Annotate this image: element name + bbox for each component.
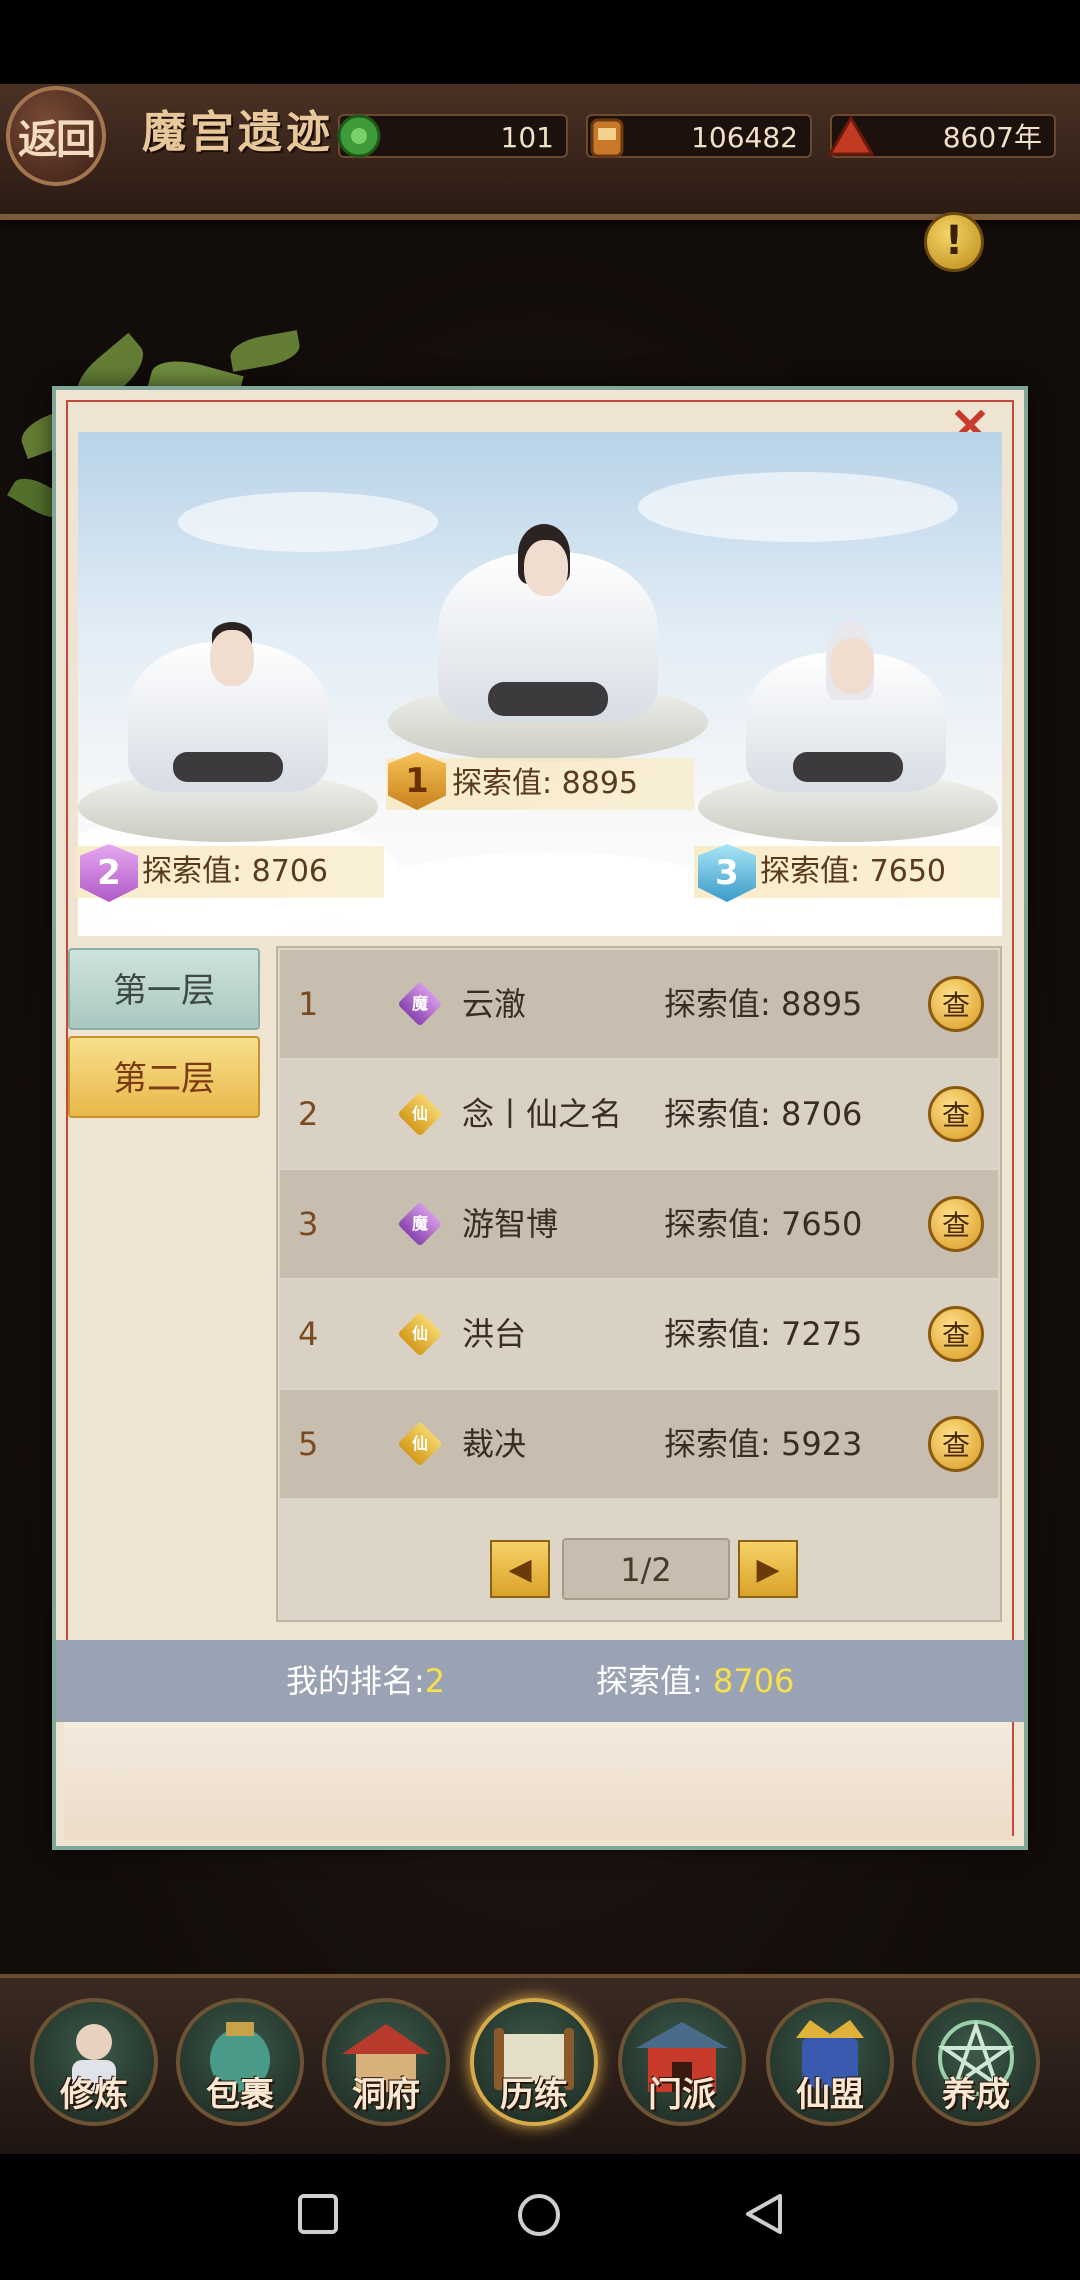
resource-jade-value: 101	[500, 121, 554, 154]
system-nav-bar	[0, 2154, 1080, 2280]
ranking-row: 4 仙 洪台 探索值: 7275 查	[280, 1280, 998, 1388]
next-page-button[interactable]: ▶	[738, 1540, 798, 1598]
row-score: 探索值: 7650	[664, 1205, 863, 1243]
resource-jade: 101	[337, 114, 568, 158]
arrow-right-icon: ▶	[756, 1552, 780, 1587]
my-rank-bar: 我的排名:2 探索值: 8706	[56, 1640, 1024, 1722]
info-button[interactable]: !	[924, 212, 984, 272]
prev-page-button[interactable]: ◀	[490, 1540, 550, 1598]
row-rank: 2	[298, 1095, 319, 1133]
row-rank: 1	[298, 985, 319, 1023]
jade-coin-icon	[337, 114, 381, 158]
row-score: 探索值: 5923	[664, 1425, 863, 1463]
my-score: 探索值: 8706	[596, 1662, 795, 1700]
row-rank: 4	[298, 1315, 319, 1353]
resource-years: 8607年	[827, 114, 1056, 158]
nav-cave[interactable]: 洞府	[322, 1998, 450, 2126]
demon-sect-icon: 魔	[397, 981, 443, 1027]
nav-cultivate[interactable]: 修炼	[30, 1998, 158, 2126]
view-button[interactable]: 查	[928, 976, 984, 1032]
view-button[interactable]: 查	[928, 1306, 984, 1362]
back-button[interactable]: 返回	[6, 86, 106, 186]
page-title: 魔宫遗迹	[142, 107, 334, 158]
row-score: 探索值: 8895	[664, 985, 863, 1023]
row-rank: 5	[298, 1425, 319, 1463]
tab-floor-2[interactable]: 第二层	[68, 1036, 260, 1118]
row-score: 探索值: 8706	[664, 1095, 863, 1133]
my-rank: 我的排名:2	[286, 1662, 446, 1700]
treasure-bag-icon	[590, 118, 624, 158]
recent-apps-icon[interactable]	[296, 2192, 340, 2236]
top-bar: 返回 魔宫遗迹 101 106482 8607年	[0, 84, 1080, 220]
tab-floor-1[interactable]: 第一层	[68, 948, 260, 1030]
immortal-sect-icon: 仙	[397, 1421, 443, 1467]
row-player-name: 游智博	[462, 1205, 559, 1243]
arrow-left-icon: ◀	[508, 1552, 532, 1587]
resource-treasure: 106482	[586, 114, 812, 158]
row-player-name: 云澈	[462, 985, 527, 1023]
nav-bag[interactable]: 包裹	[176, 1998, 304, 2126]
resource-years-value: 8607年	[942, 121, 1042, 154]
view-button[interactable]: 查	[928, 1086, 984, 1142]
immortal-sect-icon: 仙	[397, 1091, 443, 1137]
ranking-row: 3 魔 游智博 探索值: 7650 查	[280, 1170, 998, 1278]
view-button[interactable]: 查	[928, 1196, 984, 1252]
panel-footer-decoration	[64, 1722, 1012, 1840]
row-rank: 3	[298, 1205, 319, 1243]
ranking-row: 2 仙 念丨仙之名 探索值: 8706 查	[280, 1060, 998, 1168]
nav-develop[interactable]: 养成	[912, 1998, 1040, 2126]
view-button[interactable]: 查	[928, 1416, 984, 1472]
status-bar	[0, 0, 1080, 84]
page-indicator: 1/2	[562, 1538, 730, 1600]
nav-sect[interactable]: 门派	[618, 1998, 746, 2126]
ranking-row: 5 仙 裁决 探索值: 5923 查	[280, 1390, 998, 1498]
ranking-list: 1 魔 云澈 探索值: 8895 查 2 仙 念丨仙之名 探索值: 8706 查…	[276, 946, 1002, 1622]
back-nav-icon[interactable]	[742, 2192, 786, 2236]
ranking-row: 1 魔 云澈 探索值: 8895 查	[280, 950, 998, 1058]
nav-trial[interactable]: 历练	[470, 1998, 598, 2126]
nav-alliance[interactable]: 仙盟	[766, 1998, 894, 2126]
resource-treasure-value: 106482	[691, 121, 798, 154]
row-score: 探索值: 7275	[664, 1315, 863, 1353]
demon-sect-icon: 魔	[397, 1201, 443, 1247]
bottom-nav: 修炼 包裹 洞府 历练 门派 仙盟 养成	[0, 1974, 1080, 2158]
immortal-sect-icon: 仙	[397, 1311, 443, 1357]
home-icon[interactable]	[516, 2192, 562, 2238]
row-player-name: 念丨仙之名	[462, 1095, 623, 1133]
row-player-name: 洪台	[462, 1315, 527, 1353]
mountain-icon	[827, 115, 875, 156]
row-player-name: 裁决	[462, 1425, 527, 1463]
